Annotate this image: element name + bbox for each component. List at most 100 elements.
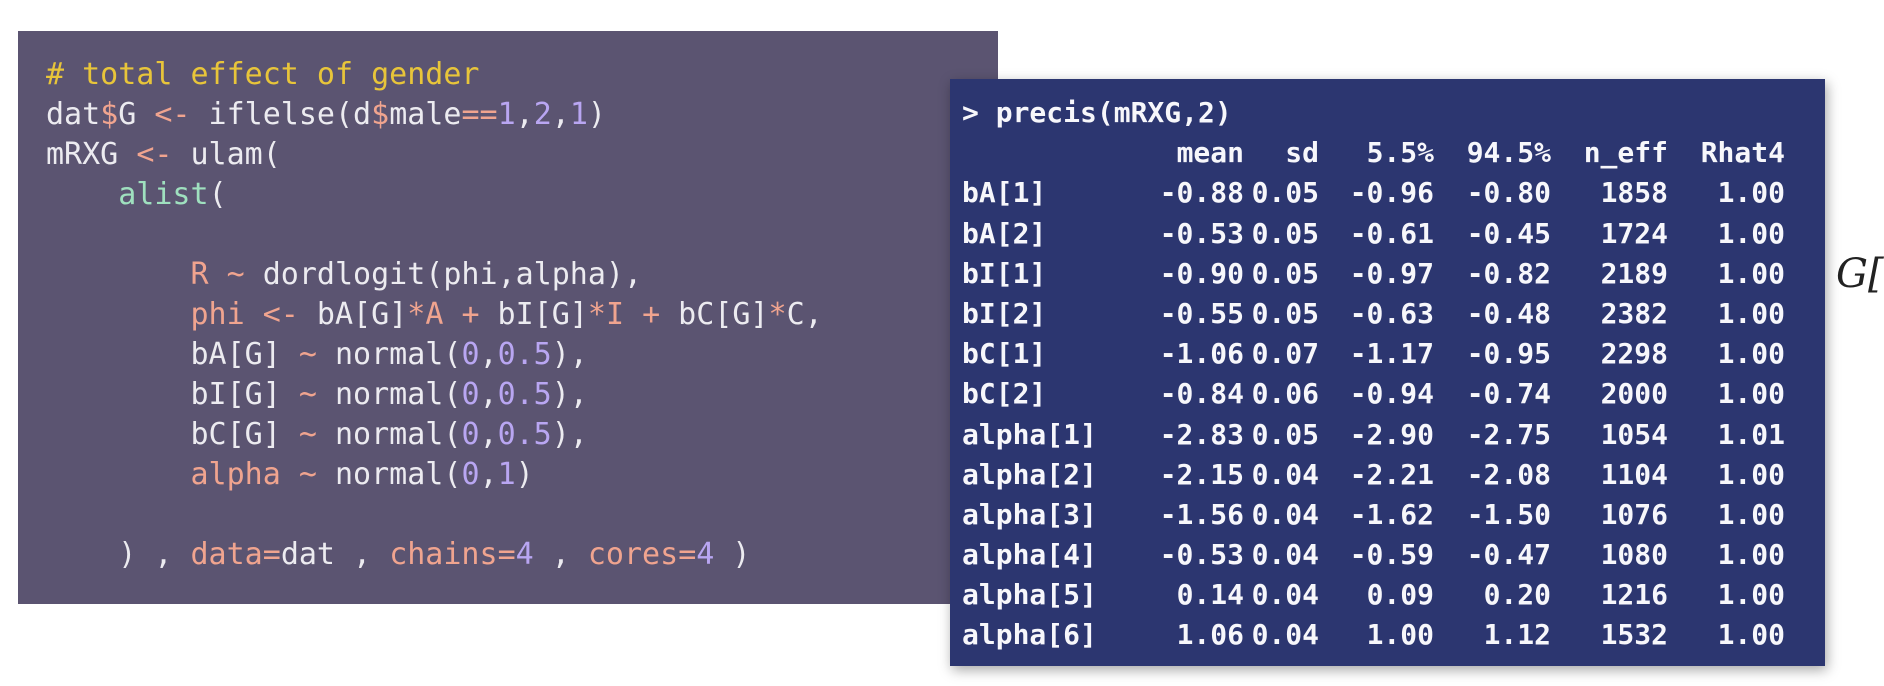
row-label: bA[2]: [962, 216, 1047, 250]
code-token: ==: [461, 97, 498, 132]
code-token: ~: [226, 257, 245, 292]
row-label: alpha[5]: [962, 578, 1097, 612]
code-line: alist(: [46, 175, 998, 215]
code-token: ),: [551, 337, 588, 372]
code-token: dat: [46, 97, 101, 132]
code-line: dat$G <- iflelse(d$male==1,2,1): [46, 95, 998, 135]
table-cell: -0.61: [1349, 216, 1434, 250]
code-token: 4: [515, 537, 534, 572]
table-row: alpha[1] -2.83 0.05 -2.90 -2.75 1054 1.01: [962, 415, 1825, 455]
table-cell: -0.45: [1466, 216, 1551, 250]
table-cell: -1.06: [1159, 337, 1244, 371]
code-token: ,: [479, 337, 498, 372]
code-token: ,: [551, 97, 570, 132]
table-cell: 0.04: [1251, 538, 1319, 572]
code-token: cores: [587, 537, 679, 572]
code-token: +: [461, 297, 480, 332]
code-token: *: [768, 297, 787, 332]
code-editor-panel: # total effect of gender dat$G <- iflels…: [18, 31, 998, 604]
table-header: mean sd 5.5% 94.5% n_eff Rhat4: [962, 133, 1825, 173]
table-cell: 0.14: [1176, 578, 1244, 612]
table-cell: 1724: [1600, 216, 1668, 250]
table-cell: -0.53: [1159, 538, 1244, 572]
code-token: bI[G]: [46, 377, 299, 412]
table-cell: 1.00: [1717, 256, 1785, 290]
header-cell: [962, 133, 1124, 173]
table-cell: 1.00: [1717, 296, 1785, 330]
code-line: phi <- bA[G]*A + bI[G]*I + bC[G]*C,: [46, 295, 998, 335]
table-row: bA[2] -0.53 0.05 -0.61 -0.45 1724 1.00: [962, 214, 1825, 254]
table-cell: 1532: [1600, 618, 1668, 652]
code-token: ),: [551, 377, 588, 412]
code-token: 0.5: [497, 337, 552, 372]
table-row: alpha[3] -1.56 0.04 -1.62 -1.50 1076 1.00: [962, 495, 1825, 535]
table-cell: -0.48: [1466, 296, 1551, 330]
table-cell: -1.17: [1349, 337, 1434, 371]
code-line: # total effect of gender: [46, 55, 998, 95]
code-line: bI[G] ~ normal(0,0.5),: [46, 375, 998, 415]
table-cell: -0.63: [1349, 296, 1434, 330]
code-token: ~: [298, 377, 317, 412]
code-token: =: [678, 537, 697, 572]
code-token: (: [208, 177, 227, 212]
table-cell: 2189: [1600, 256, 1668, 290]
header-cell: Rhat4: [1700, 136, 1785, 170]
table-cell: -0.47: [1466, 538, 1551, 572]
code-token: dordlogit(phi,alpha),: [244, 257, 643, 292]
table-cell: -0.97: [1349, 256, 1434, 290]
code-token: male: [389, 97, 462, 132]
table-cell: -0.82: [1466, 256, 1551, 290]
table-cell: 0.04: [1251, 618, 1319, 652]
code-token: alist: [118, 177, 209, 212]
code-token: ,: [479, 457, 498, 492]
table-row: bI[1] -0.90 0.05 -0.97 -0.82 2189 1.00: [962, 254, 1825, 294]
row-label: bI[2]: [962, 296, 1047, 330]
formula-fragment: G[i],: [1836, 251, 1884, 297]
table-cell: 1076: [1600, 497, 1668, 531]
code-token: mRXG: [46, 137, 137, 172]
table-cell: 2382: [1600, 296, 1668, 330]
code-token: $: [100, 97, 119, 132]
code-token: bA[G]: [46, 337, 299, 372]
code-token: 0: [461, 337, 480, 372]
table-cell: 0.05: [1251, 296, 1319, 330]
code-token: ),: [551, 417, 588, 452]
code-token: 0: [461, 377, 480, 412]
code-token: ): [714, 537, 751, 572]
table-cell: 0.05: [1251, 216, 1319, 250]
code-token: normal(: [316, 337, 462, 372]
code-token: 0: [461, 457, 480, 492]
table-body: bA[1] -0.88 0.05 -0.96 -0.80 1858 1.00 bA[2] -0.…: [962, 173, 1825, 655]
table-cell: 1216: [1600, 578, 1668, 612]
code-token: # total effect of gender: [46, 57, 480, 92]
code-token: 2: [533, 97, 552, 132]
row-label: bC[1]: [962, 337, 1047, 371]
console-output-panel: > precis(mRXG,2) mean sd 5.5% 94.5% n_ef…: [950, 79, 1825, 666]
table-cell: 1.00: [1717, 578, 1785, 612]
table-row: alpha[5] 0.14 0.04 0.09 0.20 1216 1.00: [962, 575, 1825, 615]
table-cell: -0.55: [1159, 296, 1244, 330]
code-token: 0.5: [497, 377, 552, 412]
table-row: alpha[6] 1.06 0.04 1.00 1.12 1532 1.00: [962, 615, 1825, 655]
code-token: 0.5: [497, 417, 552, 452]
table-cell: -0.74: [1466, 377, 1551, 411]
code-token: C,: [786, 297, 823, 332]
code-token: phi: [190, 297, 245, 332]
table-cell: 1.00: [1717, 176, 1785, 210]
code-token: +: [642, 297, 661, 332]
code-token: 1: [497, 97, 516, 132]
table-cell: 1.06: [1176, 618, 1244, 652]
code-line: alpha ~ normal(0,1): [46, 455, 998, 495]
table-cell: 2000: [1600, 377, 1668, 411]
code-line: bA[G] ~ normal(0,0.5),: [46, 335, 998, 375]
code-line: mRXG <- ulam(: [46, 135, 998, 175]
table-cell: -2.90: [1349, 417, 1434, 451]
table-cell: 1054: [1600, 417, 1668, 451]
table-cell: -0.80: [1466, 176, 1551, 210]
